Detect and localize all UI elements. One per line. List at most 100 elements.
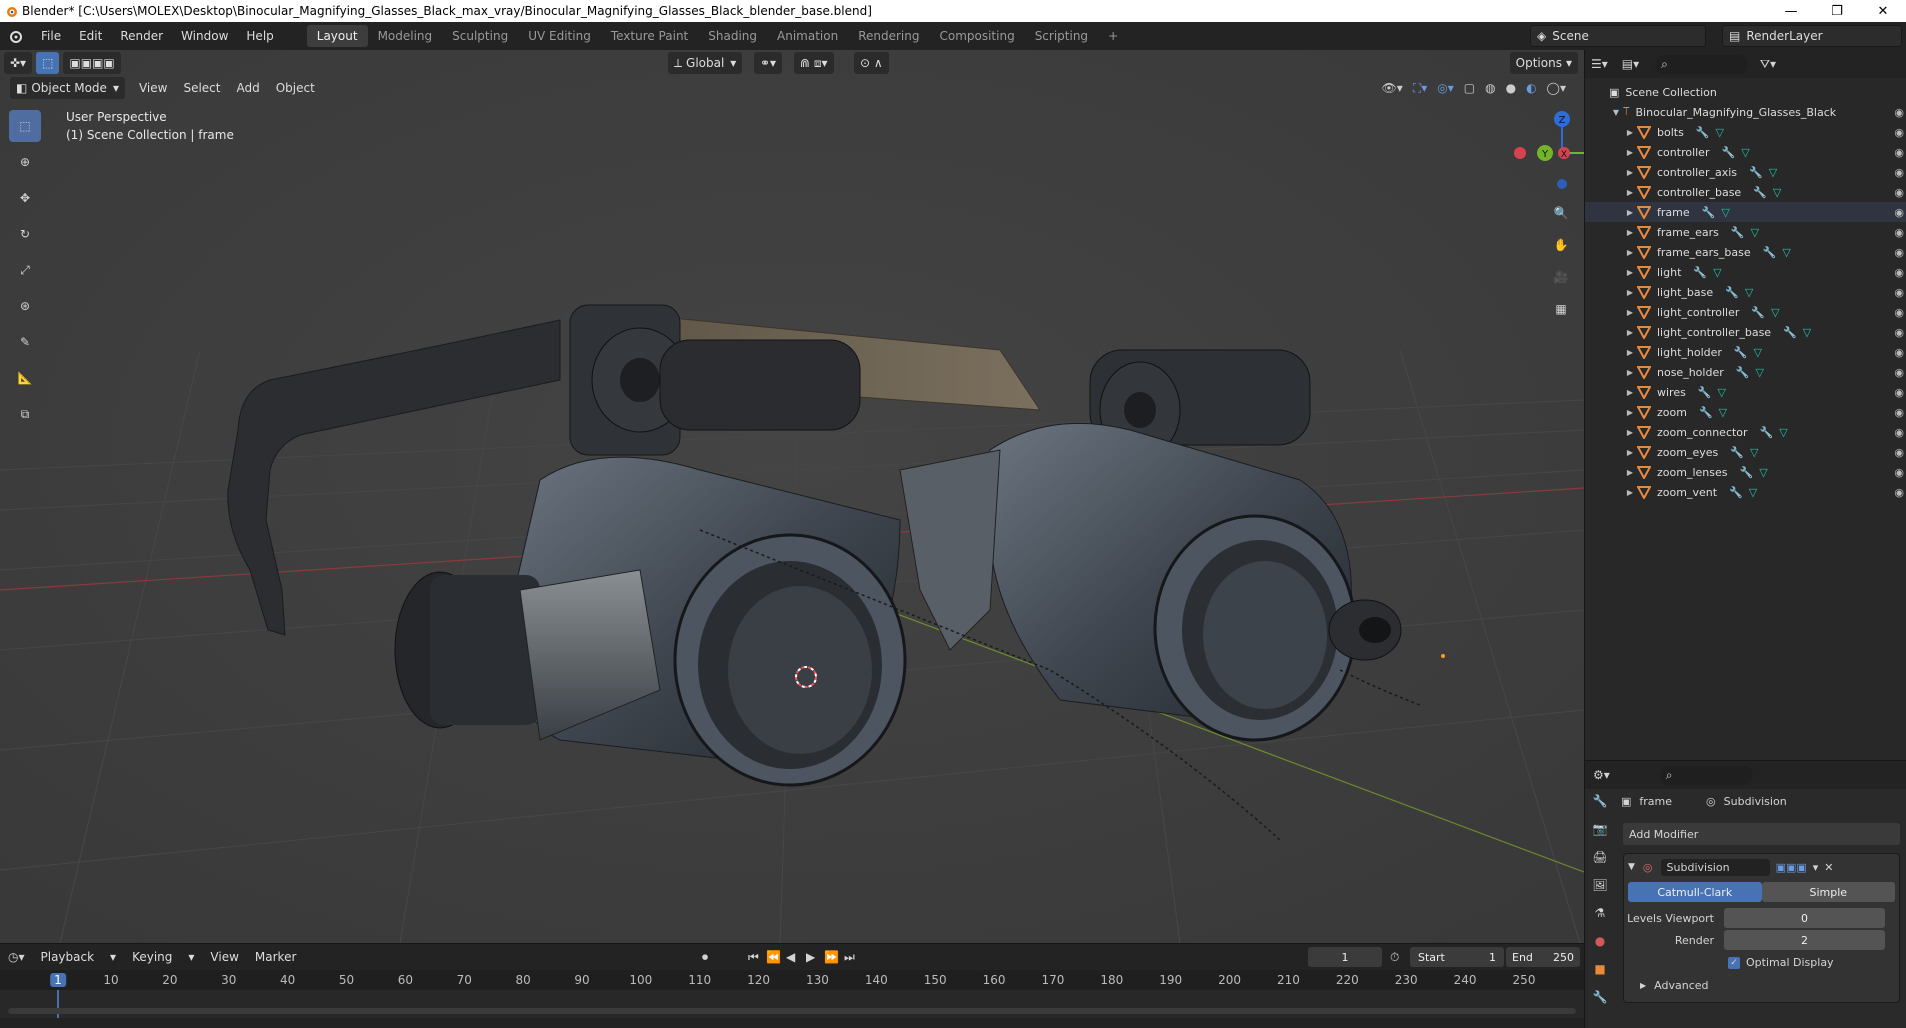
menu-marker[interactable]: Marker <box>247 950 304 964</box>
modifier-wrench-icon[interactable]: 🔧 <box>1734 346 1748 359</box>
menu-keying[interactable]: Keying <box>124 950 180 964</box>
editor-type-button[interactable]: ✜▾ <box>4 52 33 74</box>
mesh-data-icon[interactable]: ▽ <box>1769 166 1777 179</box>
viewport-menu-add[interactable]: Add <box>228 81 267 95</box>
outliner-item-frame[interactable]: ▶ frame 🔧 ▽ ◉ <box>1585 202 1906 222</box>
expand-arrow-icon[interactable]: ▶ <box>1640 981 1646 990</box>
tab-layout[interactable]: Layout <box>306 25 368 47</box>
select-box-tool[interactable]: ⬚ <box>9 110 41 142</box>
eye-icon[interactable]: ◉ <box>1894 266 1904 279</box>
tab-uv-editing[interactable]: UV Editing <box>518 25 601 47</box>
mesh-data-icon[interactable]: ▽ <box>1755 366 1763 379</box>
expand-arrow-icon[interactable]: ▶ <box>1623 248 1637 257</box>
outliner-item-wires[interactable]: ▶ wires 🔧 ▽ ◉ <box>1585 382 1906 402</box>
options-dropdown[interactable]: Options ▾ <box>1509 52 1578 74</box>
collapse-arrow-icon[interactable]: ▼ <box>1628 862 1635 872</box>
outliner-item-nose-holder[interactable]: ▶ nose_holder 🔧 ▽ ◉ <box>1585 362 1906 382</box>
menu-render[interactable]: Render <box>111 29 172 43</box>
expand-arrow-icon[interactable]: ▶ <box>1623 468 1637 477</box>
expand-arrow-icon[interactable]: ▶ <box>1623 308 1637 317</box>
view-layer-tab-icon[interactable]: 🖼 <box>1589 875 1611 895</box>
eye-icon[interactable]: ◉ <box>1894 186 1904 199</box>
timeline-scrollbar[interactable] <box>8 1008 1576 1014</box>
mesh-data-icon[interactable]: ▽ <box>1750 446 1758 459</box>
mesh-data-icon[interactable]: ▽ <box>1716 126 1724 139</box>
modifier-wrench-icon[interactable]: 🔧 <box>1698 386 1712 399</box>
outliner-item-frame-ears[interactable]: ▶ frame_ears 🔧 ▽ ◉ <box>1585 222 1906 242</box>
modifier-wrench-icon[interactable]: 🔧 <box>1753 186 1767 199</box>
expand-arrow-icon[interactable]: ▶ <box>1623 408 1637 417</box>
expand-arrow-icon[interactable]: ▶ <box>1623 148 1637 157</box>
scene-tab-icon[interactable]: ⚗ <box>1589 903 1611 923</box>
move-tool[interactable]: ✥ <box>9 182 41 214</box>
blender-menu-icon[interactable] <box>4 29 26 43</box>
modifier-wrench-icon[interactable]: 🔧 <box>1702 206 1716 219</box>
mesh-data-icon[interactable]: ▽ <box>1779 426 1787 439</box>
transform-tool[interactable]: ⊛ <box>9 290 41 322</box>
rotate-tool[interactable]: ↻ <box>9 218 41 250</box>
modifier-wrench-icon[interactable]: 🔧 <box>1729 486 1743 499</box>
eye-icon[interactable]: ◉ <box>1894 146 1904 159</box>
hand-pan-icon[interactable]: ✋ <box>1548 232 1574 258</box>
scale-tool[interactable]: ⤢ <box>9 254 41 286</box>
overlay-toggle-icon[interactable]: ◎▾ <box>1437 81 1454 95</box>
mesh-data-icon[interactable]: ▽ <box>1751 226 1759 239</box>
mesh-data-icon[interactable]: ▽ <box>1719 406 1727 419</box>
modifier-wrench-icon[interactable]: 🔧 <box>1699 406 1713 419</box>
world-tab-icon[interactable]: ● <box>1589 931 1611 951</box>
outliner-item-bolts[interactable]: ▶ bolts 🔧 ▽ ◉ <box>1585 122 1906 142</box>
modifier-wrench-icon[interactable]: 🔧 <box>1751 306 1765 319</box>
expand-arrow-icon[interactable]: ▶ <box>1623 488 1637 497</box>
tab-animation[interactable]: Animation <box>767 25 848 47</box>
expand-arrow-icon[interactable]: ▶ <box>1623 368 1637 377</box>
mesh-data-icon[interactable]: ▽ <box>1718 386 1726 399</box>
close-icon[interactable]: ✕ <box>1860 0 1906 22</box>
close-icon[interactable]: ✕ <box>1824 861 1833 874</box>
render-tab-icon[interactable]: 📷 <box>1589 819 1611 839</box>
modifier-wrench-icon[interactable]: 🔧 <box>1736 366 1750 379</box>
next-keyframe-icon[interactable]: ⏩ <box>824 950 839 964</box>
eye-icon[interactable]: ◉ <box>1894 106 1904 119</box>
modifier-name-field[interactable]: Subdivision <box>1660 858 1770 876</box>
ortho-grid-icon[interactable]: ▦ <box>1548 296 1574 322</box>
outliner-item-light-holder[interactable]: ▶ light_holder 🔧 ▽ ◉ <box>1585 342 1906 362</box>
chevron-down-icon[interactable]: ▾ <box>1813 861 1819 874</box>
mesh-data-icon[interactable]: ▽ <box>1741 146 1749 159</box>
timeline-ruler[interactable]: 1 10 20 30 40 50 60 70 80 90 100 110 120 130 140 150 160… <box>0 970 1584 990</box>
modifier-wrench-icon[interactable]: 🔧 <box>1749 166 1763 179</box>
expand-arrow-icon[interactable]: ▼ <box>1609 108 1623 117</box>
end-frame-field[interactable]: End 250 <box>1506 947 1580 967</box>
material-shading-icon[interactable]: ◐ <box>1526 81 1536 95</box>
jump-start-icon[interactable]: ⏮ <box>748 950 759 965</box>
viewport-menu-object[interactable]: Object <box>268 81 323 95</box>
select-box-modes[interactable]: ▣▣▣▣ <box>63 52 121 74</box>
mesh-data-icon[interactable]: ▽ <box>1721 206 1729 219</box>
expand-arrow-icon[interactable]: ▶ <box>1623 428 1637 437</box>
scene-collection-row[interactable]: ▣ Scene Collection <box>1585 82 1906 102</box>
start-frame-field[interactable]: Start 1 <box>1410 947 1504 967</box>
eye-icon[interactable]: ◉ <box>1894 206 1904 219</box>
outliner-item-light-base[interactable]: ▶ light_base 🔧 ▽ ◉ <box>1585 282 1906 302</box>
expand-arrow-icon[interactable]: ▶ <box>1623 128 1637 137</box>
simple-button[interactable]: Simple <box>1761 882 1895 902</box>
expand-arrow-icon[interactable]: ▶ <box>1623 328 1637 337</box>
advanced-subpanel-label[interactable]: Advanced <box>1654 979 1708 992</box>
viewport-menu-view[interactable]: View <box>131 81 175 95</box>
menu-file[interactable]: File <box>32 29 70 43</box>
menu-playback[interactable]: Playback <box>33 950 103 964</box>
outliner-item-frame-ears-base[interactable]: ▶ frame_ears_base 🔧 ▽ ◉ <box>1585 242 1906 262</box>
tab-sculpting[interactable]: Sculpting <box>442 25 518 47</box>
eye-icon[interactable]: ◉ <box>1894 426 1904 439</box>
levels-viewport-field[interactable]: 0 <box>1724 908 1885 928</box>
display-mode-icon[interactable]: ▤▾ <box>1622 57 1639 71</box>
search-icon[interactable]: ⌕ <box>1655 54 1748 74</box>
eye-icon[interactable]: ◉ <box>1894 466 1904 479</box>
maximize-icon[interactable]: ❐ <box>1814 0 1860 22</box>
tab-texture-paint[interactable]: Texture Paint <box>601 25 698 47</box>
expand-arrow-icon[interactable]: ▶ <box>1623 388 1637 397</box>
zoom-icon[interactable]: 🔍 <box>1548 200 1574 226</box>
viewport-canvas[interactable]: Z Y X <box>0 50 1584 943</box>
expand-arrow-icon[interactable]: ▶ <box>1623 228 1637 237</box>
record-icon[interactable]: ⏺ <box>702 950 708 965</box>
properties-editor-icon[interactable]: ⚙▾ <box>1593 768 1610 782</box>
